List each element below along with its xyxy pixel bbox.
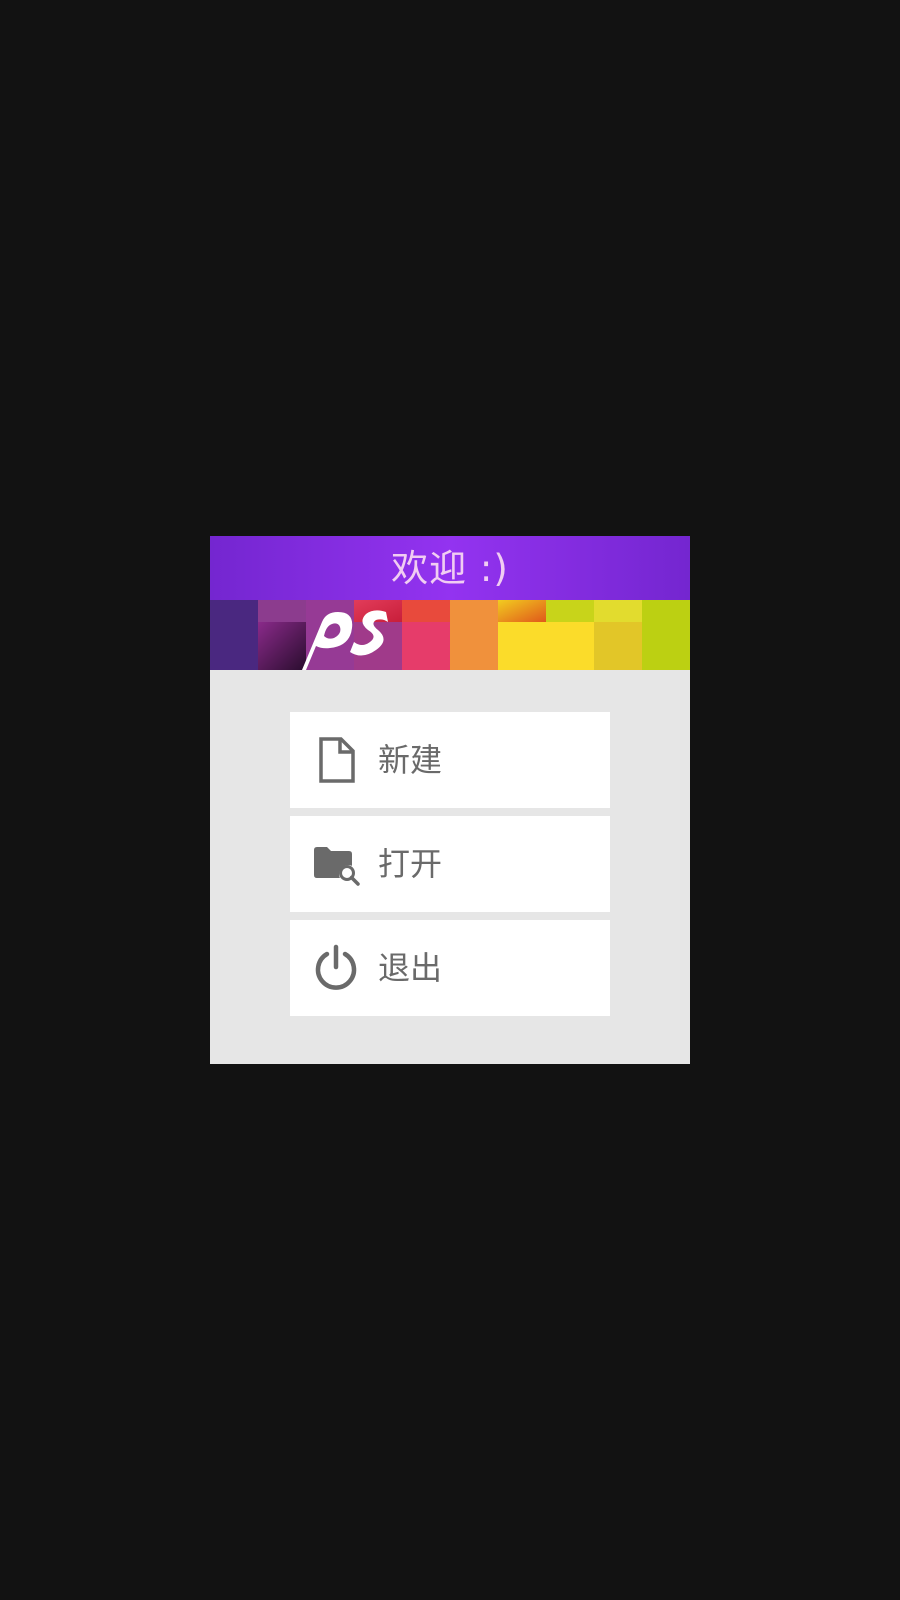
new-file-icon — [312, 736, 360, 784]
dialog-title: 欢迎 :) — [391, 546, 509, 590]
app-banner — [210, 600, 690, 670]
welcome-dialog: 欢迎 :) 新建 打开 退出 — [210, 536, 690, 1064]
new-button[interactable]: 新建 — [290, 712, 610, 808]
exit-button[interactable]: 退出 — [290, 920, 610, 1016]
dialog-title-bar: 欢迎 :) — [210, 536, 690, 600]
power-icon — [312, 944, 360, 992]
exit-button-label: 退出 — [378, 949, 443, 987]
main-menu: 新建 打开 退出 — [290, 712, 610, 1024]
open-button[interactable]: 打开 — [290, 816, 610, 912]
banner-mosaic-graphic — [210, 600, 690, 670]
new-button-label: 新建 — [378, 741, 443, 779]
open-folder-search-icon — [312, 840, 360, 888]
open-button-label: 打开 — [378, 845, 443, 883]
